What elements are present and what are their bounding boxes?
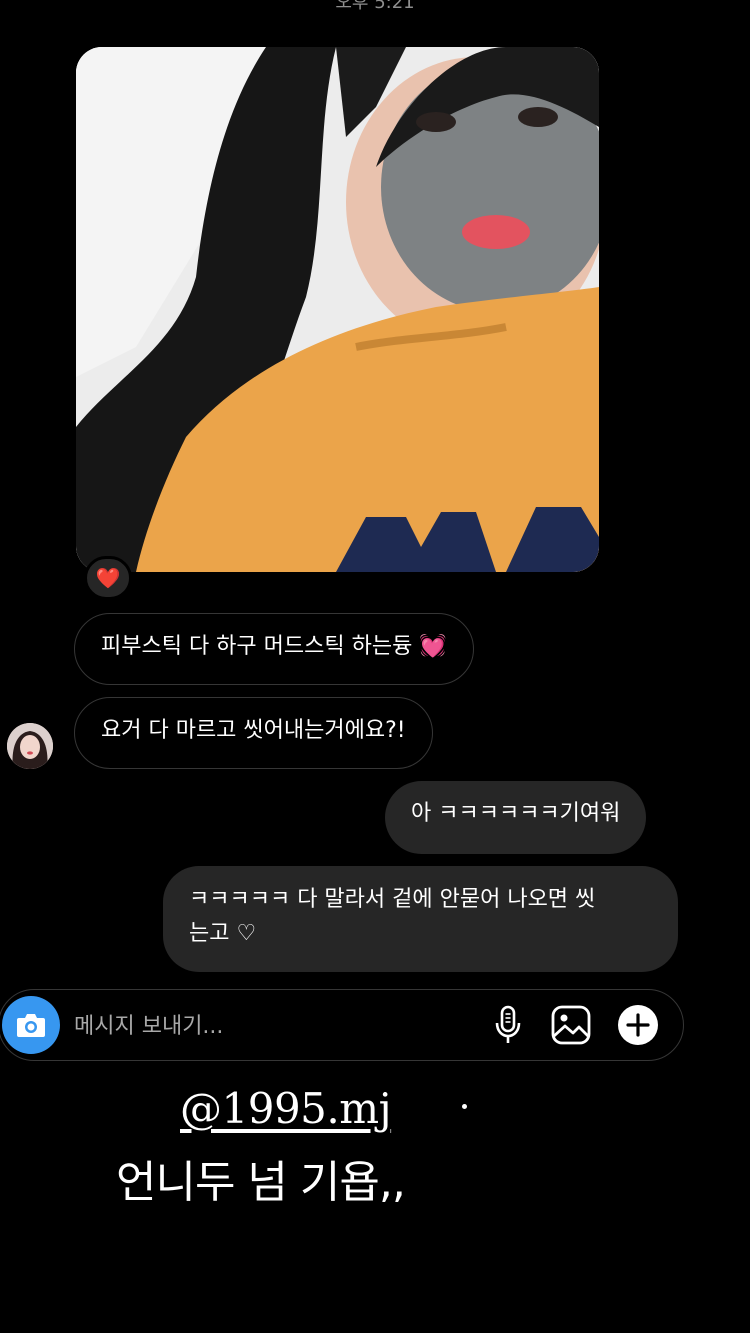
message-outgoing[interactable]: ㅋㅋㅋㅋㅋ 다 말라서 겉에 안묻어 나오면 씻 는고 ♡ [163, 866, 678, 972]
plus-icon [618, 1005, 658, 1045]
mention-sticker[interactable]: @1995.mj [180, 1084, 392, 1133]
message-text: 아 ㅋㅋㅋㅋㅋㅋ기여워 [411, 801, 621, 826]
message-incoming[interactable]: 요거 다 마르고 씻어내는거에요?! [74, 697, 433, 769]
avatar[interactable] [7, 723, 53, 769]
gallery-button[interactable] [550, 1004, 592, 1046]
message-text-line: 는고 ♡ [189, 921, 257, 946]
camera-icon [17, 1014, 45, 1037]
microphone-icon [495, 1005, 521, 1043]
timestamp: 오후 5:21 [335, 0, 415, 13]
selfie-image [76, 47, 599, 572]
message-text-line: ㅋㅋㅋㅋㅋ 다 말라서 겉에 안묻어 나오면 씻 [189, 887, 596, 912]
decorative-dot [462, 1104, 467, 1109]
message-text: 피부스틱 다 하구 머드스틱 하는듕 [101, 634, 413, 659]
heart-reaction[interactable]: ❤️ [84, 556, 132, 600]
beating-heart-icon: 💓 [419, 634, 447, 659]
story-caption: 언니두 넘 기욥,, [116, 1157, 406, 1208]
shared-photo[interactable] [76, 47, 599, 572]
camera-button[interactable] [2, 996, 60, 1054]
microphone-button[interactable] [487, 1004, 529, 1046]
message-input[interactable]: 메시지 보내기... [74, 1008, 223, 1040]
gallery-icon [551, 1005, 591, 1045]
message-incoming[interactable]: 피부스틱 다 하구 머드스틱 하는듕 💓 [74, 613, 474, 685]
message-outgoing[interactable]: 아 ㅋㅋㅋㅋㅋㅋ기여워 [385, 781, 647, 854]
message-text: 요거 다 마르고 씻어내는거에요?! [101, 718, 406, 743]
more-button[interactable] [617, 1004, 659, 1046]
